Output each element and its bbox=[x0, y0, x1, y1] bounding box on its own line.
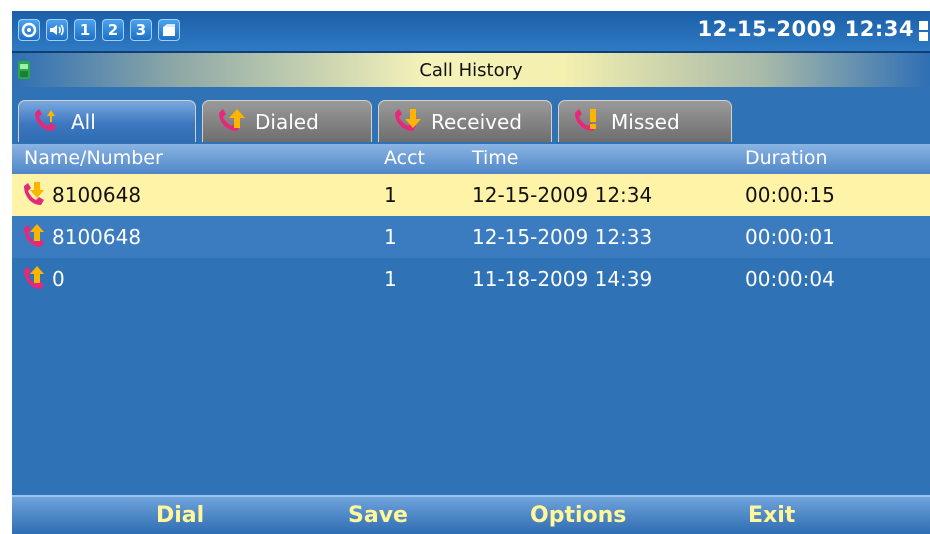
dialed-call-icon bbox=[219, 108, 245, 131]
battery-icon bbox=[919, 21, 928, 41]
row-number: 0 bbox=[52, 267, 65, 291]
table-row[interactable]: 8100648 1 12-15-2009 12:33 00:00:01 bbox=[12, 216, 930, 258]
row-number: 8100648 bbox=[52, 183, 142, 207]
table-row[interactable]: 0 1 11-18-2009 14:39 00:00:04 bbox=[12, 258, 930, 300]
tab-all[interactable]: All bbox=[18, 100, 196, 142]
softkey-bar: Dial Save Options Exit bbox=[12, 495, 930, 534]
refresh-icon bbox=[18, 19, 40, 41]
header-duration: Duration bbox=[745, 147, 828, 169]
tab-all-label: All bbox=[71, 109, 96, 134]
tab-received[interactable]: Received bbox=[378, 100, 552, 142]
page-title: Call History bbox=[419, 60, 523, 81]
row-acct: 1 bbox=[384, 267, 397, 291]
row-acct: 1 bbox=[384, 183, 397, 207]
row-number: 8100648 bbox=[52, 225, 142, 249]
save-button[interactable]: Save bbox=[348, 503, 408, 528]
received-call-icon bbox=[24, 182, 44, 205]
tab-received-label: Received bbox=[431, 109, 522, 134]
options-button[interactable]: Options bbox=[530, 503, 626, 528]
tab-missed-label: Missed bbox=[611, 109, 680, 134]
row-time: 12-15-2009 12:34 bbox=[472, 183, 653, 207]
account-3-indicator: 3 bbox=[130, 19, 152, 41]
dialed-call-icon bbox=[24, 224, 44, 247]
row-duration: 00:00:15 bbox=[745, 183, 835, 207]
missed-call-icon bbox=[575, 108, 596, 131]
tab-dialed-label: Dialed bbox=[255, 109, 319, 134]
table-row[interactable]: 8100648 1 12-15-2009 12:34 00:00:15 bbox=[12, 174, 930, 216]
account-2-indicator: 2 bbox=[102, 19, 124, 41]
received-call-icon bbox=[395, 108, 421, 131]
title-bar: Call History bbox=[12, 53, 930, 87]
table-header: Name/Number Acct Time Duration bbox=[12, 144, 930, 174]
card-icon bbox=[158, 19, 180, 41]
row-duration: 00:00:04 bbox=[745, 267, 835, 291]
phone-screen: 1 2 3 12-15-2009 12:34 Call History All bbox=[12, 11, 930, 534]
dial-button[interactable]: Dial bbox=[156, 503, 204, 528]
exit-button[interactable]: Exit bbox=[748, 503, 795, 528]
row-time: 11-18-2009 14:39 bbox=[472, 267, 653, 291]
row-time: 12-15-2009 12:33 bbox=[472, 225, 653, 249]
account-1-indicator: 1 bbox=[74, 19, 96, 41]
tab-missed[interactable]: Missed bbox=[558, 100, 732, 142]
volume-icon bbox=[46, 19, 68, 41]
status-datetime: 12-15-2009 12:34 bbox=[697, 17, 914, 41]
row-acct: 1 bbox=[384, 225, 397, 249]
status-bar: 1 2 3 12-15-2009 12:34 bbox=[12, 11, 930, 53]
header-name: Name/Number bbox=[24, 147, 163, 169]
header-acct: Acct bbox=[384, 147, 426, 169]
status-icons: 1 2 3 bbox=[18, 19, 180, 41]
header-time: Time bbox=[472, 147, 519, 169]
row-duration: 00:00:01 bbox=[745, 225, 835, 249]
all-calls-icon bbox=[35, 108, 56, 131]
dialed-call-icon bbox=[24, 266, 44, 289]
tab-dialed[interactable]: Dialed bbox=[202, 100, 372, 142]
